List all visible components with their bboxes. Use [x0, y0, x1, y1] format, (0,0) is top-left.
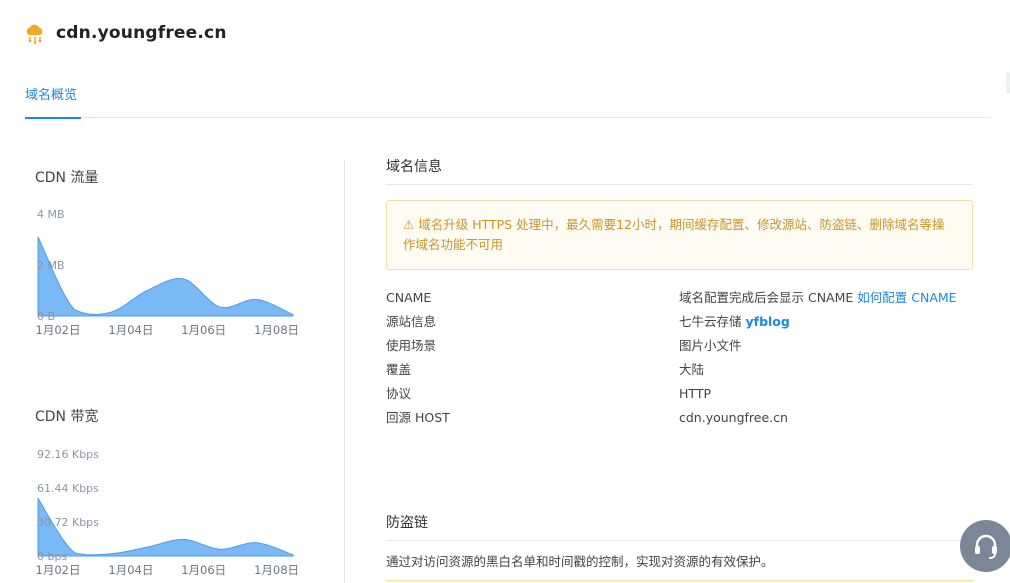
tab-domain-overview[interactable]: 域名概览 — [25, 84, 81, 119]
y-tick-label: 61.44 Kbps — [37, 482, 99, 495]
info-row-coverage: 覆盖 大陆 — [386, 360, 973, 380]
info-label: CNAME — [386, 290, 432, 305]
y-tick-label: 92.16 Kbps — [37, 448, 99, 461]
x-tick-label: 1月06日 — [181, 563, 226, 577]
bandwidth-chart: 0 bps 30.72 Kbps 61.44 Kbps 92.16 Kbps 1月02日… — [36, 448, 300, 577]
headset-icon — [975, 534, 997, 559]
hotlink-section: 防盗链 通过对访问资源的黑白名单和时间戳的控制，实现对资源的有效保护。 — [386, 512, 973, 570]
y-tick-label: 30.72 Kbps — [37, 516, 99, 529]
customer-support-button[interactable] — [960, 520, 1010, 572]
traffic-chart: 0 B 2 MB 4 MB 1月02日 1月04日 1月06日 1月08日 — [36, 208, 300, 337]
bandwidth-chart-title: CDN 带宽 — [35, 409, 99, 425]
x-tick-label: 1月04日 — [108, 563, 153, 577]
x-tick-label: 1月02日 — [36, 323, 81, 337]
warning-icon: ⚠ — [403, 217, 415, 232]
origin-type: 七牛云存储 — [679, 314, 746, 329]
info-row-cname: CNAME 域名配置完成后会显示 CNAME 如何配置 CNAME — [386, 288, 973, 308]
area-series — [37, 236, 294, 317]
info-value: 大陆 — [679, 362, 705, 377]
domain-info-title: 域名信息 — [386, 156, 973, 185]
info-label: 源站信息 — [386, 314, 437, 329]
stats-panel: CDN 流量 0 B 2 MB 4 MB 1月02日 1月04日 1月06日 1月08日 C… — [25, 160, 345, 583]
x-tick-label: 1月04日 — [108, 323, 153, 337]
info-value: 图片小文件 — [679, 338, 742, 353]
y-tick-label: 4 MB — [37, 208, 65, 221]
scrollbar[interactable] — [1006, 72, 1010, 94]
bucket-link[interactable]: yfblog — [745, 314, 789, 329]
info-label: 协议 — [386, 386, 412, 401]
x-tick-label: 1月08日 — [254, 323, 299, 337]
page-header: cdn.youngfree.cn — [24, 18, 227, 48]
traffic-chart-title: CDN 流量 — [35, 170, 99, 186]
tab-bar: 域名概览 — [25, 70, 991, 119]
how-to-config-cname-link[interactable]: 如何配置 CNAME — [857, 290, 956, 305]
page-title: cdn.youngfree.cn — [56, 23, 227, 43]
info-row-origin-host: 回源 HOST cdn.youngfree.cn — [386, 408, 973, 428]
info-value: cdn.youngfree.cn — [679, 410, 788, 425]
y-tick-label: 0 B — [37, 310, 55, 323]
info-row-protocol: 协议 HTTP — [386, 384, 973, 404]
x-tick-label: 1月02日 — [36, 563, 81, 577]
info-label: 回源 HOST — [386, 410, 450, 425]
info-row-scenario: 使用场景 图片小文件 — [386, 336, 973, 356]
info-value: 域名配置完成后会显示 CNAME 如何配置 CNAME — [679, 288, 973, 308]
info-label: 覆盖 — [386, 362, 412, 377]
domain-info-table: CNAME 域名配置完成后会显示 CNAME 如何配置 CNAME 源站信息 七… — [386, 288, 973, 428]
y-tick-label: 0 bps — [37, 550, 67, 563]
alert-text: 域名升级 HTTPS 处理中，最久需要12小时，期间缓存配置、修改源站、防盗链、… — [403, 217, 945, 252]
y-tick-label: 2 MB — [37, 259, 65, 272]
cname-hint: 域名配置完成后会显示 CNAME — [679, 290, 858, 305]
https-upgrade-alert: ⚠ 域名升级 HTTPS 处理中，最久需要12小时，期间缓存配置、修改源站、防盗链… — [386, 200, 973, 270]
info-label: 使用场景 — [386, 338, 437, 353]
info-row-origin: 源站信息 七牛云存储 yfblog — [386, 312, 973, 332]
hotlink-description: 通过对访问资源的黑白名单和时间戳的控制，实现对资源的有效保护。 — [386, 554, 774, 569]
x-tick-label: 1月06日 — [181, 323, 226, 337]
x-tick-label: 1月08日 — [254, 563, 299, 577]
info-value: HTTP — [679, 386, 711, 401]
hotlink-title: 防盗链 — [386, 512, 973, 541]
domain-info-panel: 域名信息 ⚠ 域名升级 HTTPS 处理中，最久需要12小时，期间缓存配置、修改源… — [386, 156, 973, 583]
cloud-logo-icon — [26, 24, 43, 44]
info-value: 七牛云存储 yfblog — [679, 312, 973, 332]
